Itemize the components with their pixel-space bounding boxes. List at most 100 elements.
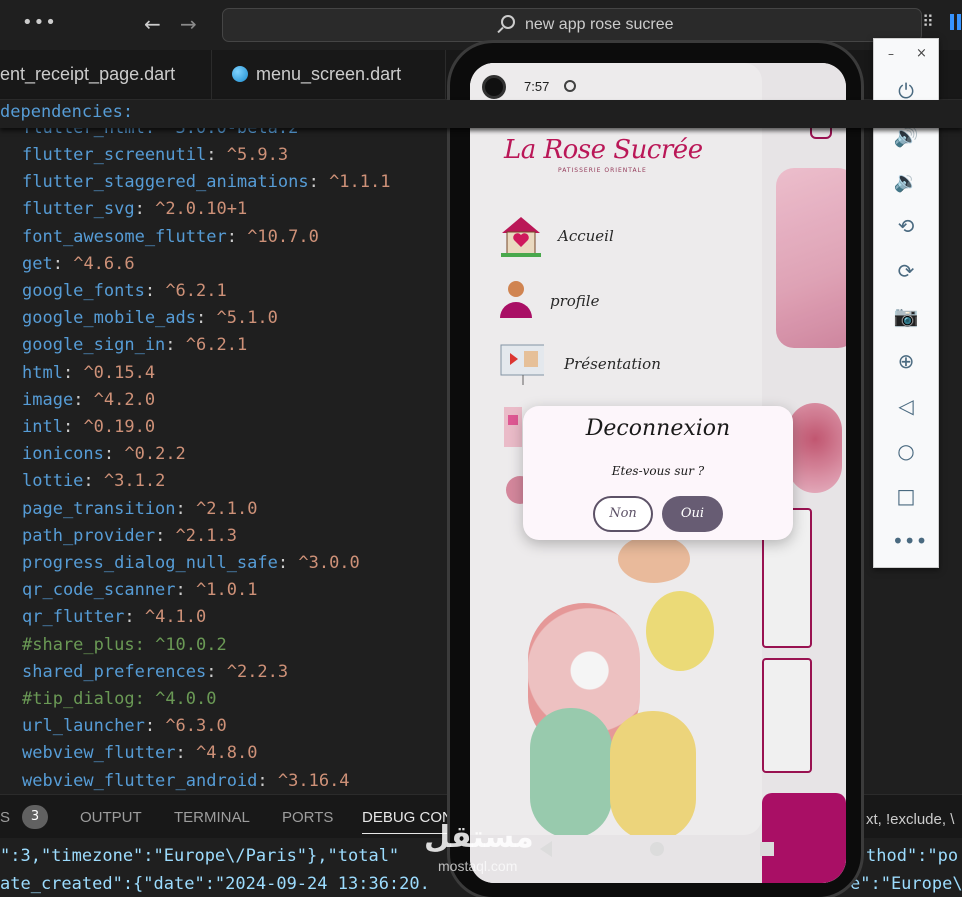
code-key: flutter_staggered_animations — [22, 172, 309, 193]
code-line: intl: ^0.19.0 — [22, 417, 155, 444]
code-line: get: ^4.6.6 — [22, 254, 135, 281]
home-icon[interactable]: ○ — [892, 437, 920, 465]
code-line: html: ^0.15.4 — [22, 363, 155, 390]
back-icon[interactable]: ◁ — [892, 392, 920, 420]
code-key: #share_plus — [22, 634, 135, 655]
code-value: ^2.1.0 — [196, 498, 258, 519]
command-search-box[interactable]: new app rose sucree — [222, 8, 922, 42]
code-line: #tip_dialog: ^4.0.0 — [22, 689, 217, 716]
code-separator: : — [308, 172, 330, 193]
confirm-button[interactable]: Oui — [662, 496, 723, 532]
code-line: webview_flutter_android: ^3.16.4 — [22, 771, 350, 794]
code-line: page_transition: ^2.1.0 — [22, 499, 257, 526]
back-arrow-icon[interactable]: ← — [144, 12, 161, 36]
code-key: progress_dialog_null_safe — [22, 553, 278, 573]
code-value: ^3.16.4 — [277, 770, 350, 791]
code-key: font_awesome_flutter — [22, 226, 227, 247]
debug-pause-icon[interactable] — [950, 14, 962, 30]
layout-grid-icon[interactable]: ⠿ — [922, 12, 934, 31]
code-value: ^2.1.3 — [175, 525, 237, 546]
problems-count-badge: 3 — [22, 805, 48, 829]
rotate-right-icon[interactable]: ⟳ — [892, 257, 920, 285]
code-separator: : — [62, 417, 84, 437]
code-separator: : — [144, 716, 166, 737]
code-value: ^0.2.2 — [124, 444, 186, 465]
code-value: ^4.2.0 — [93, 389, 156, 410]
tab-ports[interactable]: PORTS — [282, 809, 333, 826]
code-key: intl — [22, 417, 63, 437]
code-separator: : — [62, 362, 84, 383]
minimize-icon[interactable]: – — [888, 47, 894, 61]
code-line: lottie: ^3.1.2 — [22, 471, 165, 498]
code-value: ^4.1.0 — [144, 607, 207, 628]
more-icon[interactable]: ••• — [892, 527, 927, 555]
code-value: ^5.1.0 — [216, 308, 278, 329]
watermark-logo: مستقل — [424, 820, 534, 855]
code-key: webview_flutter_android — [22, 770, 258, 791]
code-line: flutter_screenutil: ^5.9.3 — [22, 145, 288, 172]
code-value: ^2.0.10+1 — [155, 199, 248, 220]
code-separator: : — [73, 389, 94, 410]
code-key: webview_flutter — [22, 743, 176, 764]
output-line: ate_created":{"date":"2024-09-24 13:36:2… — [0, 874, 430, 894]
tab-output[interactable]: OUTPUT — [80, 809, 142, 826]
code-key: url_launcher — [22, 716, 145, 737]
nav-recents-icon[interactable] — [760, 842, 774, 856]
camera-icon[interactable]: 📷 — [892, 302, 920, 330]
more-menu-icon[interactable]: ••• — [22, 12, 57, 33]
output-line-tail: thod":"po — [866, 846, 959, 866]
dialog-title: Deconnexion — [585, 416, 731, 441]
code-value: ^4.8.0 — [196, 743, 258, 764]
close-icon[interactable]: × — [916, 46, 927, 61]
code-line: webview_flutter: ^4.8.0 — [22, 743, 257, 770]
cancel-button[interactable]: Non — [593, 496, 653, 532]
code-separator: : — [196, 308, 217, 329]
tab-label: ent_receipt_page.dart — [0, 64, 176, 84]
overview-icon[interactable]: □ — [892, 482, 920, 510]
code-separator: : — [206, 661, 227, 682]
code-value: ^3.0.0 — [298, 553, 360, 573]
code-value: ^0.15.4 — [83, 362, 156, 383]
android-emulator-phone: 7:57 La Rose Sucrée PATISSERIE ORIENTALE… — [447, 40, 864, 897]
forward-arrow-icon[interactable]: → — [180, 12, 197, 36]
tab-receipt-page[interactable]: ent_receipt_page.dart — [0, 50, 212, 100]
nav-back-icon[interactable] — [540, 841, 552, 857]
code-value: ^5.9.3 — [226, 145, 289, 165]
code-line: ionicons: ^0.2.2 — [22, 444, 186, 471]
tab-terminal[interactable]: TERMINAL — [174, 809, 250, 826]
code-value: ^1.1.1 — [329, 172, 391, 193]
zoom-icon[interactable]: ⊕ — [892, 347, 920, 375]
code-key: get — [22, 253, 53, 274]
code-line: progress_dialog_null_safe: ^3.0.0 — [22, 553, 360, 580]
rotate-left-icon[interactable]: ⟲ — [892, 212, 920, 240]
code-value: ^3.1.2 — [103, 471, 166, 492]
filter-input[interactable]: xt, !exclude, \ — [866, 811, 954, 828]
output-line-tail: e":"Europe\/ — [850, 874, 962, 894]
code-line: #share_plus: ^10.0.2 — [22, 635, 227, 662]
sticky-scroll-header[interactable]: dependencies: — [0, 100, 962, 128]
code-line-dependencies: dependencies: — [0, 102, 134, 122]
tab-problems[interactable]: S — [0, 809, 10, 826]
code-separator: : — [103, 444, 125, 465]
code-separator: : — [52, 253, 74, 274]
code-line: qr_flutter: ^4.1.0 — [22, 607, 206, 634]
tab-menu-screen[interactable]: menu_screen.dart — [212, 50, 446, 100]
code-key: flutter_screenutil — [22, 145, 207, 165]
volume-down-icon[interactable]: 🔉 — [892, 167, 920, 195]
code-key: page_transition — [22, 498, 176, 519]
code-key: flutter_svg — [22, 199, 135, 220]
dialog-message: Etes-vous sur ? — [611, 464, 705, 478]
nav-home-icon[interactable] — [650, 842, 664, 856]
code-line: google_mobile_ads: ^5.1.0 — [22, 308, 278, 335]
code-separator: : — [144, 281, 166, 301]
code-value: ^6.2.1 — [165, 281, 227, 301]
code-line: shared_preferences: ^2.2.3 — [22, 662, 288, 689]
code-value: ^2.2.3 — [226, 661, 289, 682]
code-separator: : — [206, 145, 227, 165]
phone-screen[interactable]: 7:57 La Rose Sucrée PATISSERIE ORIENTALE… — [470, 63, 846, 883]
code-separator: : — [175, 743, 197, 764]
code-key: html — [22, 362, 63, 383]
code-key: google_fonts — [22, 281, 145, 301]
code-value: ^0.19.0 — [83, 417, 156, 437]
code-key: image — [22, 389, 74, 410]
